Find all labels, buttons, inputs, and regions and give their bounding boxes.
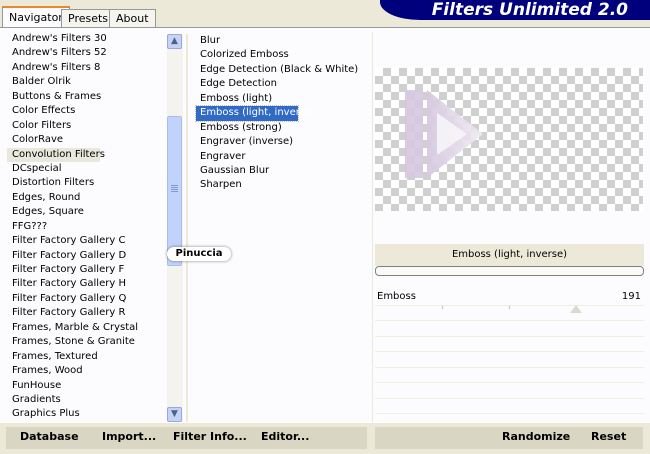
category-item[interactable]: Filter Factory Gallery H [7, 277, 165, 291]
category-item[interactable]: ColorRave [7, 133, 165, 147]
filter-item[interactable]: Engraver [196, 150, 366, 164]
slider-handle[interactable] [570, 304, 583, 313]
param-value: 191 [621, 291, 641, 302]
progress-bar [375, 266, 644, 276]
category-item[interactable]: Balder Olrik [7, 75, 165, 89]
scroll-thumb[interactable] [167, 116, 182, 266]
filter-item[interactable]: Colorized Emboss [196, 48, 366, 62]
category-item[interactable]: Frames, Stone & Granite [7, 335, 165, 349]
editor-button[interactable]: Editor... [261, 430, 309, 443]
randomize-button[interactable]: Randomize [502, 430, 570, 443]
category-item[interactable]: Color Filters [7, 119, 165, 133]
emboss-slider[interactable] [375, 304, 644, 321]
category-item[interactable]: Filter Factory Gallery C [7, 234, 165, 248]
category-item[interactable]: Buttons & Frames [7, 90, 165, 104]
filter-item[interactable]: Emboss (strong) [196, 121, 366, 135]
preview-area [375, 68, 643, 211]
param-row-empty [375, 383, 644, 399]
param-row-empty [375, 368, 644, 383]
category-item[interactable]: Filter Factory Gallery R [7, 306, 165, 320]
filter-item[interactable]: Sharpen [196, 178, 366, 192]
category-item[interactable]: Andrew's Filters 8 [7, 61, 165, 75]
category-scrollbar[interactable]: ▲ ▼ [167, 34, 183, 422]
category-item[interactable]: Color Effects [7, 104, 165, 118]
category-item[interactable]: DCspecial [7, 162, 165, 176]
category-item[interactable]: Graphics Plus [7, 407, 165, 421]
scroll-up-button[interactable]: ▲ [167, 34, 182, 49]
category-item[interactable]: Distortion Filters [7, 176, 165, 190]
category-item[interactable]: Convolution Filters [7, 147, 105, 162]
slider-tick [509, 305, 510, 309]
tab-about[interactable]: About [109, 9, 156, 27]
grip-icon [171, 185, 178, 193]
category-item[interactable]: Frames, Marble & Crystal [7, 321, 165, 335]
param-row-empty [375, 399, 644, 414]
reset-button[interactable]: Reset [591, 430, 626, 443]
param-row-empty [375, 321, 644, 337]
watermark-label: Pinuccia [167, 247, 231, 261]
filter-name-label: Emboss (light, inverse) [375, 244, 644, 266]
slider-tick [442, 305, 443, 309]
filter-item[interactable]: Edge Detection (Black & White) [196, 63, 366, 77]
database-button[interactable]: Database [20, 430, 79, 443]
filter-list[interactable]: Blur Colorized Emboss Edge Detection (Blac… [195, 34, 366, 193]
category-item[interactable]: Filter Factory Gallery F [7, 263, 165, 277]
param-row-empty [375, 337, 644, 352]
category-item[interactable]: Edges, Round [7, 191, 165, 205]
category-item[interactable]: Andrew's Filters 52 [7, 46, 165, 60]
list-divider [186, 34, 188, 422]
filter-item[interactable]: Engraver (inverse) [196, 135, 366, 149]
filter-item[interactable]: Emboss (light) [196, 92, 366, 106]
param-label: Emboss [377, 291, 416, 302]
category-item[interactable]: FunHouse [7, 379, 165, 393]
filter-item[interactable]: Edge Detection [196, 77, 366, 91]
category-item[interactable]: Filter Factory Gallery D [7, 249, 165, 263]
param-row-emboss: Emboss 191 [375, 290, 644, 306]
button-bar: Database Import... Filter Info... Editor… [0, 423, 650, 454]
filter-item[interactable]: Gaussian Blur [196, 164, 366, 178]
filter-item[interactable]: Emboss (light, inverse) [195, 105, 315, 122]
category-item[interactable]: Edges, Square [7, 205, 165, 219]
category-item[interactable]: FFG??? [7, 220, 165, 234]
category-item[interactable]: Frames, Wood [7, 364, 165, 378]
navigator-panel: Andrew's Filters 30 Andrew's Filters 52 An… [0, 27, 650, 454]
scroll-down-button[interactable]: ▼ [167, 407, 182, 422]
tab-presets[interactable]: Presets [61, 9, 116, 27]
app-title: Filters Unlimited 2.0 [380, 0, 650, 20]
param-row-empty [375, 352, 644, 368]
category-item[interactable]: Frames, Textured [7, 350, 165, 364]
category-item[interactable]: Andrew's Filters 30 [7, 32, 165, 46]
play-preview-icon [405, 90, 483, 178]
category-item[interactable]: Gradients [7, 393, 165, 407]
parameter-panel: Emboss 191 [375, 290, 644, 445]
panel-divider [372, 32, 373, 422]
import-button[interactable]: Import... [102, 430, 156, 443]
filter-item[interactable]: Blur [196, 34, 366, 48]
tab-navigator[interactable]: Navigator [2, 6, 70, 29]
category-item[interactable]: Filter Factory Gallery Q [7, 292, 165, 306]
filter-info-button[interactable]: Filter Info... [173, 430, 247, 443]
tab-bar: Navigator Presets About Filters Unlimite… [0, 0, 650, 29]
category-list[interactable]: Andrew's Filters 30 Andrew's Filters 52 An… [7, 32, 165, 422]
